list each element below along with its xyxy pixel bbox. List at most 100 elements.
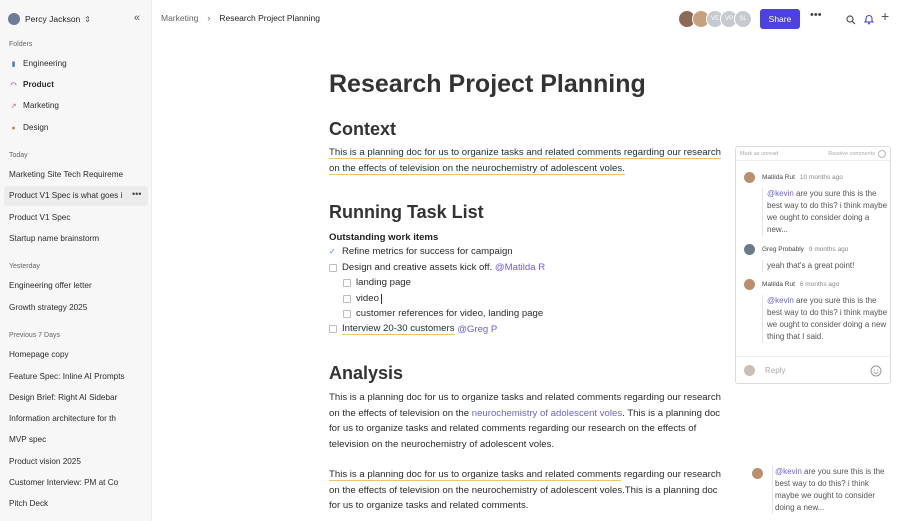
analysis-paragraph: This is a planning doc for us to organiz… — [329, 390, 721, 452]
analysis-heading: Analysis — [329, 363, 404, 383]
sidebar-item-label: Product — [23, 80, 54, 89]
task-text: landing page — [356, 277, 411, 288]
rainbow-icon: ◠ — [10, 82, 17, 89]
mention[interactable]: @Greg P — [457, 324, 497, 335]
checkbox[interactable] — [343, 309, 351, 318]
resolve-label: Resolve comments — [828, 150, 875, 157]
task-item[interactable]: Design and creative assets kick off. @Ma… — [329, 262, 545, 273]
task-item[interactable]: customer references for video, landing p… — [343, 308, 543, 319]
doc-item[interactable]: Customer Interview: PM at Co — [9, 476, 147, 490]
breadcrumb: Marketing › Research Project Planning — [161, 13, 320, 23]
folders-label: Folders — [9, 41, 33, 48]
task-item[interactable]: video — [343, 293, 382, 304]
tasks-heading: Running Task List — [329, 202, 484, 222]
more-options-icon[interactable]: ••• — [132, 189, 145, 199]
sidebar-item-marketing[interactable]: ↗ Marketing — [9, 99, 147, 113]
comment-body: yeah that's a great point! — [762, 260, 888, 272]
doc-item[interactable]: Homepage copy — [9, 348, 147, 362]
collaborator-avatars[interactable]: VE VP SL — [678, 10, 752, 28]
checkmark-icon[interactable]: ✓ — [329, 247, 337, 256]
sidebar-item-engineering[interactable]: ▮ Engineering — [9, 57, 147, 71]
resolve-button[interactable]: Resolve comments — [828, 149, 886, 158]
tasks-subhead: Outstanding work items — [329, 232, 439, 243]
avatar — [744, 279, 755, 290]
breadcrumb-parent[interactable]: Marketing — [161, 13, 198, 23]
mention[interactable]: @kevin — [775, 467, 802, 476]
task-text: Interview 20-30 customers — [342, 323, 455, 335]
context-heading: Context — [329, 119, 396, 139]
task-item[interactable]: landing page — [343, 277, 411, 288]
reply-placeholder: Reply — [765, 366, 786, 375]
context-paragraph[interactable]: This is a planning doc for us to organiz… — [329, 145, 721, 176]
today-label: Today — [9, 152, 28, 159]
doc-item[interactable]: Marketing Site Tech Requireme — [9, 168, 147, 182]
commented-text[interactable]: This is a planning doc for us to organiz… — [329, 469, 622, 481]
more-options-icon[interactable]: ••• — [810, 9, 822, 21]
sidebar-item-design[interactable]: ● Design — [9, 121, 147, 135]
analysis-paragraph[interactable]: This is a planning doc for us to organiz… — [329, 467, 721, 514]
doc-item[interactable]: Feature Spec: Inline AI Prompts — [9, 370, 147, 384]
palette-icon: ● — [11, 125, 16, 132]
doc-item[interactable]: Engineering offer letter — [9, 279, 147, 293]
mention[interactable]: @kevin — [767, 296, 794, 305]
doc-item[interactable]: Product V1 Spec is what goes i — [9, 189, 127, 203]
sidebar: Percy Jackson ⇕ « Folders ▮ Engineering ◠… — [0, 0, 152, 521]
previous-7-days-label: Previous 7 Days — [9, 332, 60, 339]
avatar — [744, 244, 755, 255]
avatar — [752, 468, 763, 479]
avatar: SL — [734, 10, 752, 28]
yesterday-label: Yesterday — [9, 263, 40, 270]
doc-item[interactable]: Information architecture for th — [9, 412, 147, 426]
text-cursor — [380, 293, 382, 304]
commented-text[interactable]: This is a planning doc for us to organiz… — [329, 147, 721, 175]
text-link[interactable]: neurochemistry of adolescent voles — [472, 408, 622, 419]
chevron-right-icon: › — [207, 13, 211, 23]
collapse-sidebar-icon[interactable]: « — [134, 12, 140, 24]
checkbox[interactable] — [343, 278, 351, 287]
plus-icon[interactable]: + — [881, 8, 889, 24]
mark-unread-button[interactable]: Mark as unread — [740, 151, 778, 157]
share-button[interactable]: Share — [760, 9, 800, 29]
task-item[interactable]: Interview 20-30 customers @Greg P — [329, 323, 497, 335]
comment-author: Matilda Rut — [762, 281, 795, 288]
comment-author: Greg Probably — [762, 246, 804, 253]
doc-item[interactable]: Startup name brainstorm — [9, 232, 147, 246]
checkbox[interactable] — [329, 263, 337, 272]
mention[interactable]: @Matilda R — [495, 262, 545, 273]
doc-item[interactable]: MVP spec — [9, 433, 147, 447]
breadcrumb-current: Research Project Planning — [219, 13, 320, 23]
doc-item[interactable]: Pitch Deck — [9, 497, 147, 511]
comment-time: 6 months ago — [799, 281, 840, 288]
comment: Matilda Rut 6 months ago @kevin are you s… — [744, 279, 888, 343]
avatar — [8, 13, 20, 25]
comment-author: Matilda Rut — [762, 174, 795, 181]
comment-body: @kevin are you sure this is the best way… — [762, 295, 888, 343]
avatar — [744, 365, 755, 376]
user-switcher[interactable]: Percy Jackson ⇕ « — [8, 10, 144, 28]
checkbox[interactable] — [329, 325, 337, 333]
mention[interactable]: @kevin — [767, 189, 794, 198]
comment-preview[interactable]: @kevin are you sure this is the best way… — [752, 466, 892, 514]
doc-item[interactable]: Design Brief: Right AI Sidebar — [9, 391, 147, 405]
task-text: Refine metrics for success for campaign — [342, 246, 513, 257]
sidebar-item-label: Engineering — [23, 59, 67, 68]
reply-input[interactable]: Reply — [736, 356, 890, 384]
comment-time: 9 months ago — [808, 246, 849, 253]
page-title: Research Project Planning — [329, 70, 646, 98]
doc-item[interactable]: Growth strategy 2025 — [9, 301, 147, 315]
sidebar-item-product[interactable]: ◠ Product — [9, 78, 147, 92]
checkbox[interactable] — [343, 294, 351, 303]
comment: Greg Probably 9 months ago yeah that's a … — [744, 244, 888, 272]
task-item[interactable]: ✓ Refine metrics for success for campaign — [329, 246, 513, 257]
bell-icon[interactable] — [863, 12, 875, 30]
comment-time: 10 months ago — [799, 174, 843, 181]
comment-thread-panel: Mark as unread Resolve comments Matilda … — [735, 146, 891, 384]
comment-body: @kevin are you sure this is the best way… — [772, 466, 892, 514]
doc-item[interactable]: Product V1 Spec — [9, 211, 147, 225]
task-text: Design and creative assets kick off. — [342, 262, 493, 273]
doc-item[interactable]: Product vision 2025 — [9, 455, 147, 469]
user-name: Percy Jackson — [25, 14, 81, 24]
avatar — [744, 172, 755, 183]
emoji-icon[interactable] — [870, 364, 882, 382]
search-icon[interactable] — [846, 12, 856, 30]
